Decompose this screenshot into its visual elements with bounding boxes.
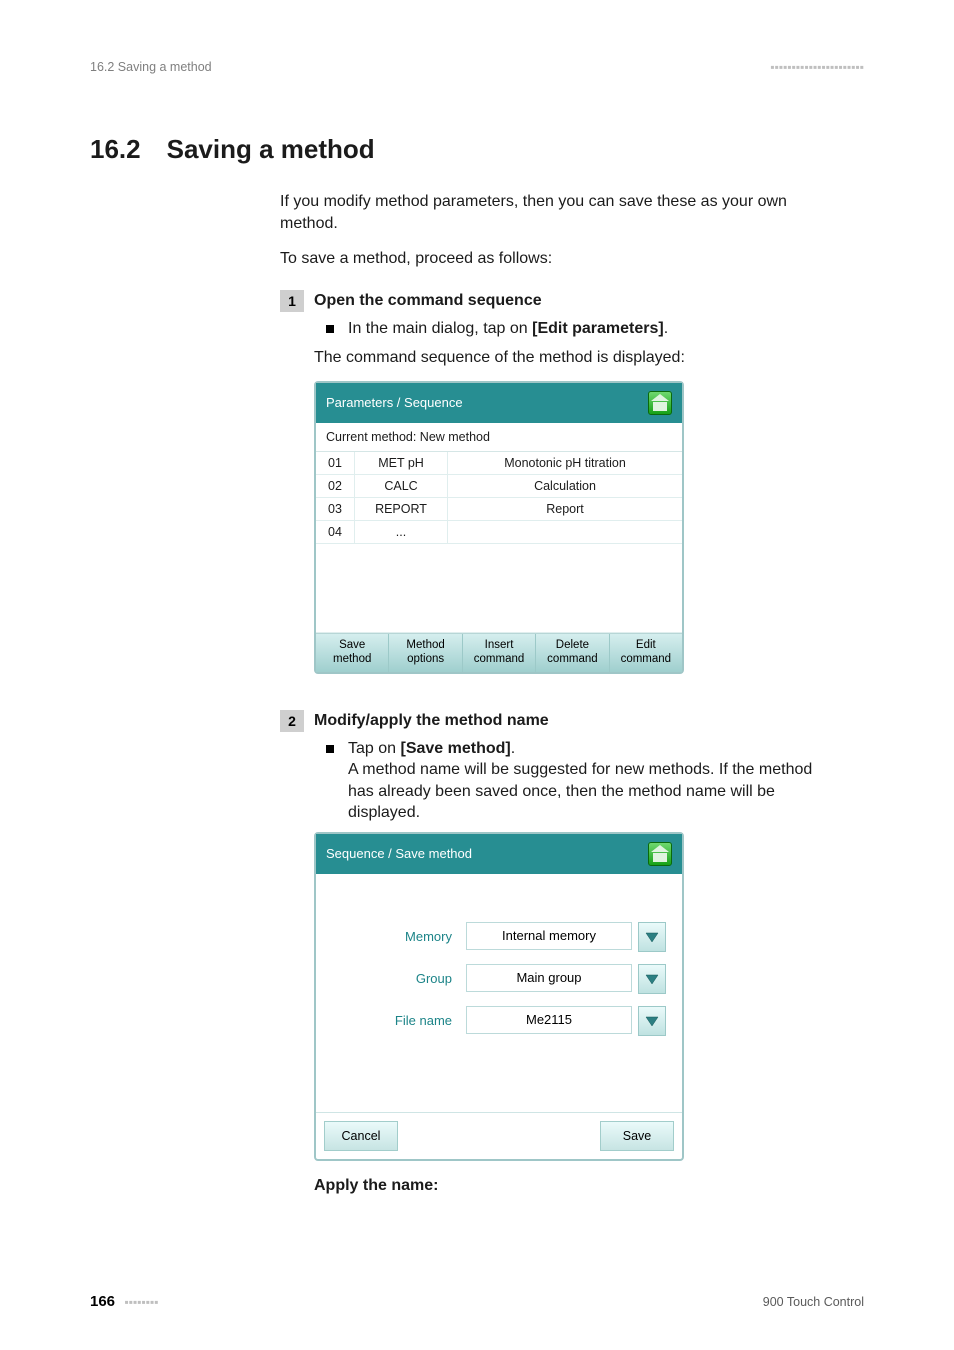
intro-paragraph-2: To save a method, proceed as follows: xyxy=(280,248,840,270)
page-number: 166 xyxy=(90,1293,115,1310)
step-2-title: Modify/apply the method name xyxy=(314,712,840,730)
step-2-number: 2 xyxy=(280,710,304,732)
delete-command-button[interactable]: Delete command xyxy=(536,634,609,672)
sequence-panel: Parameters / Sequence Current method: Ne… xyxy=(314,381,684,674)
table-row[interactable]: 02 CALC Calculation xyxy=(316,474,682,497)
section-title: Saving a method xyxy=(167,134,375,165)
footer-product: 900 Touch Control xyxy=(763,1295,864,1309)
insert-command-button[interactable]: Insert command xyxy=(463,634,536,672)
filename-dropdown[interactable] xyxy=(638,1006,666,1036)
chevron-down-icon xyxy=(645,973,659,985)
group-label: Group xyxy=(332,971,466,986)
save-method-titlebar: Sequence / Save method xyxy=(316,834,682,874)
section-heading: 16.2 Saving a method xyxy=(90,134,864,165)
footer-dashes: ▪▪▪▪▪▪▪▪ xyxy=(125,1295,159,1309)
memory-label: Memory xyxy=(332,929,466,944)
chevron-down-icon xyxy=(645,931,659,943)
memory-dropdown[interactable] xyxy=(638,922,666,952)
step-1-result: The command sequence of the method is di… xyxy=(314,347,840,369)
sequence-subtitle: Current method: New method xyxy=(316,423,682,452)
running-header-left: 16.2 Saving a method xyxy=(90,60,212,74)
bullet-icon xyxy=(326,325,334,333)
header-dashes: ▪▪▪▪▪▪▪▪▪▪▪▪▪▪▪▪▪▪▪▪▪▪ xyxy=(770,60,864,74)
save-method-footer: Cancel Save xyxy=(316,1112,682,1159)
section-number: 16.2 xyxy=(90,134,141,165)
sequence-title: Parameters / Sequence xyxy=(326,395,463,410)
table-row[interactable]: 03 REPORT Report xyxy=(316,497,682,520)
filename-label: File name xyxy=(332,1013,466,1028)
table-row[interactable]: 01 MET pH Monotonic pH titration xyxy=(316,452,682,475)
step-2-bullet: Tap on [Save method]. A method name will… xyxy=(348,738,840,824)
sequence-titlebar: Parameters / Sequence xyxy=(316,383,682,423)
memory-field[interactable]: Internal memory xyxy=(466,922,632,950)
filename-field[interactable]: Me2115 xyxy=(466,1006,632,1034)
apply-name-heading: Apply the name: xyxy=(314,1177,840,1195)
running-header: 16.2 Saving a method ▪▪▪▪▪▪▪▪▪▪▪▪▪▪▪▪▪▪▪… xyxy=(90,60,864,74)
group-dropdown[interactable] xyxy=(638,964,666,994)
save-method-panel: Sequence / Save method Memory Internal m… xyxy=(314,832,684,1161)
page-footer: 166 ▪▪▪▪▪▪▪▪ 900 Touch Control xyxy=(90,1293,864,1310)
step-1: 1 Open the command sequence In the main … xyxy=(280,290,840,690)
filename-row: File name Me2115 xyxy=(332,1006,666,1036)
save-button[interactable]: Save xyxy=(600,1121,674,1151)
group-row: Group Main group xyxy=(332,964,666,994)
chevron-down-icon xyxy=(645,1015,659,1027)
table-row[interactable]: 04 ... xyxy=(316,520,682,543)
save-method-title: Sequence / Save method xyxy=(326,846,472,861)
save-method-button[interactable]: Save method xyxy=(316,634,389,672)
intro-paragraph-1: If you modify method parameters, then yo… xyxy=(280,191,840,234)
method-options-button[interactable]: Method options xyxy=(389,634,462,672)
sequence-table: 01 MET pH Monotonic pH titration 02 CALC… xyxy=(316,452,682,633)
group-field[interactable]: Main group xyxy=(466,964,632,992)
memory-row: Memory Internal memory xyxy=(332,922,666,952)
sequence-toolbar: Save method Method options Insert comman… xyxy=(316,633,682,672)
step-1-title: Open the command sequence xyxy=(314,292,840,310)
footer-left: 166 ▪▪▪▪▪▪▪▪ xyxy=(90,1293,159,1310)
step-1-bullet: In the main dialog, tap on [Edit paramet… xyxy=(348,318,668,340)
edit-command-button[interactable]: Edit command xyxy=(610,634,682,672)
step-2: 2 Modify/apply the method name Tap on [S… xyxy=(280,710,840,1203)
home-icon[interactable] xyxy=(648,391,672,415)
home-icon[interactable] xyxy=(648,842,672,866)
bullet-icon xyxy=(326,745,334,753)
cancel-button[interactable]: Cancel xyxy=(324,1121,398,1151)
step-1-number: 1 xyxy=(280,290,304,312)
